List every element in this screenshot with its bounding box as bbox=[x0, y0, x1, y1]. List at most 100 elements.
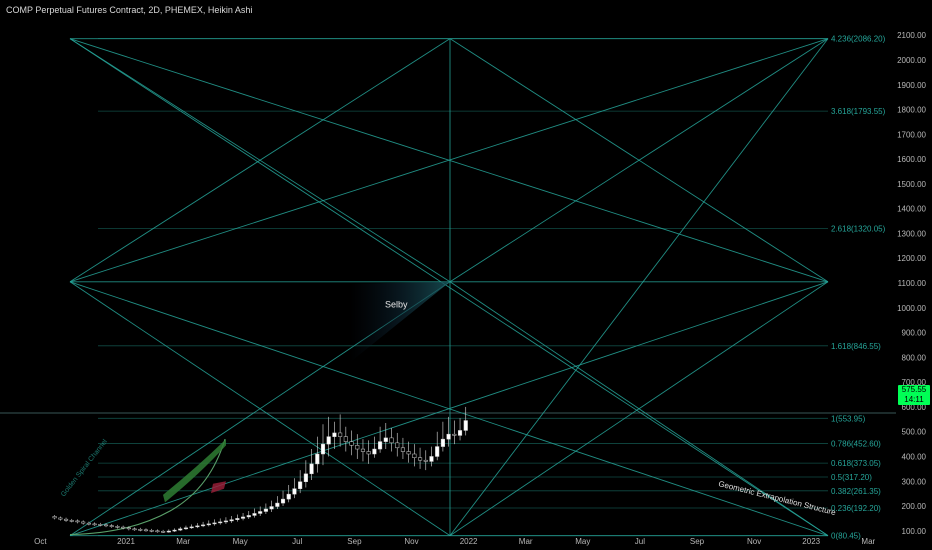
candle-body bbox=[81, 521, 86, 524]
candle-body bbox=[406, 451, 411, 455]
fib-label: 1.618(846.55) bbox=[831, 342, 881, 351]
candle-body bbox=[383, 437, 388, 442]
candle-body bbox=[63, 518, 69, 521]
candle-body bbox=[149, 530, 154, 532]
candle-body bbox=[423, 459, 428, 462]
candle-body bbox=[355, 445, 360, 450]
candle-body bbox=[320, 443, 326, 455]
x-tick-label: Jul bbox=[292, 537, 302, 546]
candle-body bbox=[52, 516, 57, 519]
candle-body bbox=[138, 529, 143, 531]
y-tick-label: 1400.00 bbox=[897, 205, 926, 214]
candle-body bbox=[212, 522, 217, 525]
fib-label: 0.618(373.05) bbox=[831, 459, 881, 468]
candle-body bbox=[280, 498, 286, 504]
candle-body bbox=[440, 438, 445, 447]
x-tick-label: 2022 bbox=[460, 537, 478, 546]
candle-body bbox=[298, 481, 303, 489]
candle-body bbox=[292, 488, 297, 495]
y-tick-label: 200.00 bbox=[902, 502, 927, 511]
chart-title: COMP Perpetual Futures Contract, 2D, PHE… bbox=[6, 5, 253, 15]
current-price-sublabel: 14:11 bbox=[904, 395, 924, 404]
current-price-tag: 575.55 14:11 bbox=[898, 385, 930, 405]
fib-label: 2.618(1320.05) bbox=[831, 224, 886, 233]
y-tick-label: 1500.00 bbox=[897, 180, 926, 189]
y-tick-label: 2100.00 bbox=[897, 31, 926, 40]
candle-body bbox=[309, 463, 314, 475]
chart-canvas: 0(80.45) 0.236(192.20) 0.382(261.35) 0.5(31… bbox=[0, 31, 927, 546]
x-axis: Oct 2021 Mar May Jul Sep Nov 2022 Mar May Jul Sep No… bbox=[34, 537, 875, 546]
candle-body bbox=[132, 528, 137, 531]
y-tick-label: 1000.00 bbox=[897, 304, 926, 313]
fib-label: 1(553.95) bbox=[831, 414, 866, 423]
candle-body bbox=[235, 518, 240, 520]
x-tick-label: 2021 bbox=[117, 537, 135, 546]
x-tick-label: Nov bbox=[404, 537, 418, 546]
fib-levels-layer: 0(80.45) 0.236(192.20) 0.382(261.35) 0.5(31… bbox=[0, 35, 896, 541]
candle-body bbox=[429, 456, 434, 462]
candle-body bbox=[86, 522, 91, 525]
candle-body bbox=[58, 517, 63, 520]
geometric-structure-layer bbox=[69, 38, 829, 537]
y-tick-label: 400.00 bbox=[902, 452, 927, 461]
y-tick-label: 900.00 bbox=[902, 329, 927, 338]
y-tick-label: 2000.00 bbox=[897, 56, 926, 65]
candle-body bbox=[201, 524, 206, 527]
candle-body bbox=[206, 523, 211, 526]
candle-body bbox=[303, 473, 308, 483]
y-tick-label: 800.00 bbox=[902, 353, 927, 362]
candle-body bbox=[275, 502, 280, 507]
candle-body bbox=[246, 515, 251, 518]
candle-body bbox=[338, 432, 343, 437]
red-box bbox=[211, 481, 226, 494]
candle-body bbox=[172, 529, 177, 532]
candle-body bbox=[161, 531, 166, 533]
candle-body bbox=[395, 442, 400, 449]
candle-body bbox=[412, 453, 417, 458]
candles-layer bbox=[52, 406, 468, 534]
candle-body bbox=[223, 520, 228, 523]
spiral-channel-label: Golden Spiral Channel bbox=[60, 438, 109, 498]
candle-body bbox=[378, 441, 383, 450]
y-tick-label: 1200.00 bbox=[897, 254, 926, 263]
candle-body bbox=[418, 457, 423, 461]
x-tick-label: Jul bbox=[635, 537, 645, 546]
candle-body bbox=[109, 525, 114, 527]
candle-body bbox=[326, 436, 331, 445]
y-tick-label: 1700.00 bbox=[897, 130, 926, 139]
x-tick-label: Sep bbox=[347, 537, 362, 546]
x-tick-label: Oct bbox=[34, 537, 47, 546]
fib-label: 0(80.45) bbox=[831, 532, 861, 541]
structure-line bbox=[69, 38, 829, 537]
fib-label: 4.236(2086.20) bbox=[831, 35, 886, 44]
fib-label: 0.786(452.60) bbox=[831, 439, 881, 448]
candle-body bbox=[286, 493, 291, 500]
y-tick-label: 1100.00 bbox=[898, 279, 927, 288]
candle-body bbox=[457, 430, 463, 436]
x-tick-label: Sep bbox=[690, 537, 705, 546]
candle-body bbox=[252, 513, 257, 516]
candle-body bbox=[98, 524, 103, 526]
geometric-structure-label: Geometric Extrapolation Structure bbox=[718, 479, 838, 517]
x-tick-label: Mar bbox=[176, 537, 190, 546]
fib-label: 0.5(317.20) bbox=[831, 473, 872, 482]
candle-body bbox=[258, 511, 263, 514]
y-axis: 100.00200.00300.00400.00500.00600.00700.… bbox=[897, 31, 926, 536]
candle-body bbox=[263, 508, 268, 512]
candle-body bbox=[69, 520, 74, 522]
candle-body bbox=[115, 526, 120, 528]
candle-body bbox=[103, 524, 109, 527]
selby-label: Selby bbox=[385, 299, 408, 309]
x-tick-label: 2023 bbox=[802, 537, 820, 546]
candle-body bbox=[332, 432, 337, 437]
fib-label: 0.382(261.35) bbox=[831, 487, 881, 496]
fib-label: 3.618(1793.55) bbox=[831, 107, 886, 116]
candle-body bbox=[75, 520, 80, 523]
y-tick-label: 100.00 bbox=[902, 527, 927, 536]
candle-body bbox=[241, 516, 246, 519]
candle-body bbox=[126, 527, 131, 530]
x-tick-label: May bbox=[233, 537, 248, 546]
candle-body bbox=[446, 433, 451, 440]
candle-body bbox=[372, 448, 377, 455]
x-tick-label: Mar bbox=[519, 537, 533, 546]
